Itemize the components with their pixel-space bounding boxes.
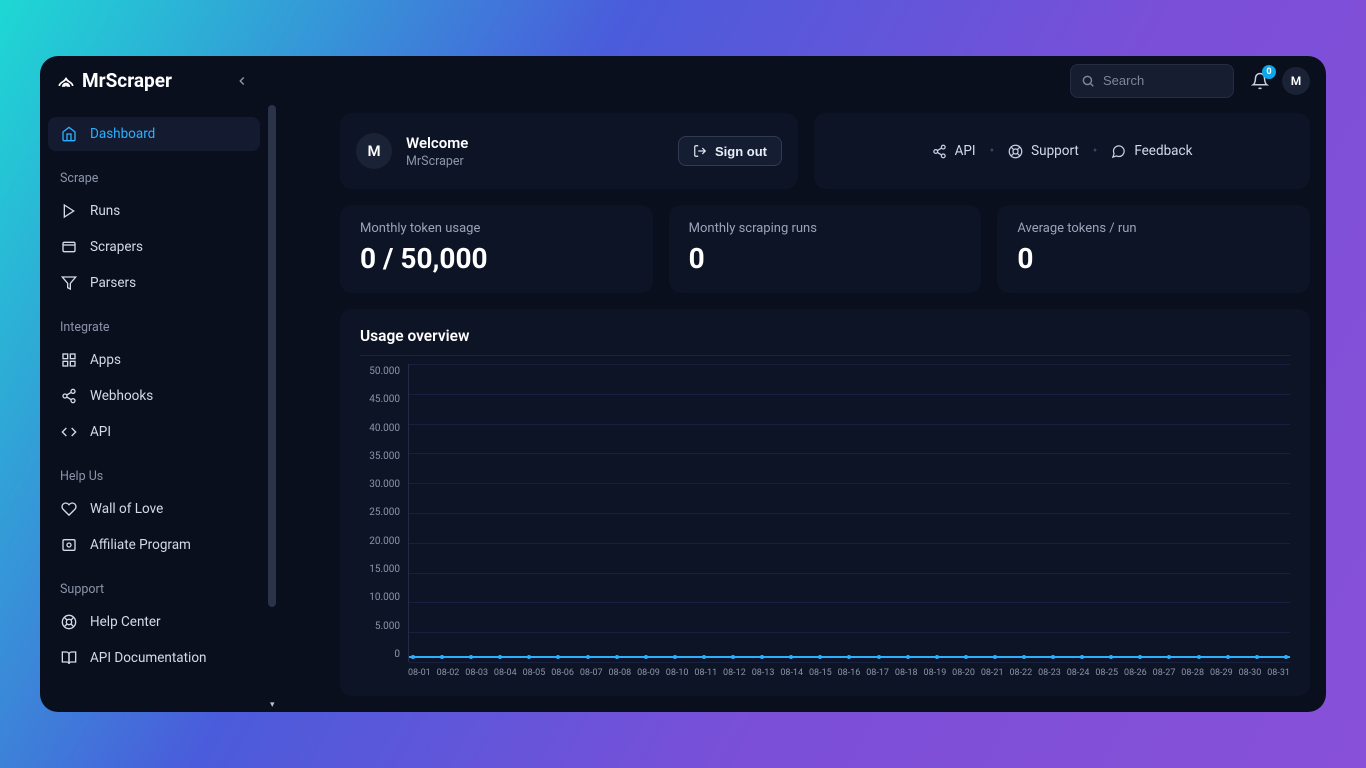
- logo[interactable]: MrScraper: [56, 69, 172, 92]
- sidebar-item-label: Parsers: [90, 275, 136, 291]
- stat-value: 0 / 50,000: [360, 242, 633, 275]
- stat-label: Monthly token usage: [360, 221, 633, 236]
- lifebuoy-icon: [60, 613, 78, 631]
- sidebar-item-scrapers[interactable]: Scrapers: [48, 230, 260, 264]
- sidebar-item-label: Webhooks: [90, 388, 153, 404]
- section-integrate: Integrate: [48, 302, 260, 343]
- sidebar-item-label: Scrapers: [90, 239, 143, 255]
- topbar: MrScraper 0 M: [40, 56, 1326, 105]
- sidebar-item-webhooks[interactable]: Webhooks: [48, 379, 260, 413]
- logo-icon: [56, 71, 76, 91]
- sidebar-item-runs[interactable]: Runs: [48, 194, 260, 228]
- stat-token-usage: Monthly token usage 0 / 50,000: [340, 205, 653, 293]
- sidebar-item-label: Affiliate Program: [90, 537, 191, 553]
- play-icon: [60, 202, 78, 220]
- welcome-subtitle: MrScraper: [406, 154, 664, 169]
- main-content: M Welcome MrScraper Sign out API: [280, 105, 1326, 712]
- user-avatar[interactable]: M: [1282, 67, 1310, 95]
- link-feedback[interactable]: Feedback: [1111, 143, 1192, 159]
- badge-icon: [60, 536, 78, 554]
- filter-icon: [60, 274, 78, 292]
- welcome-title: Welcome: [406, 134, 664, 152]
- grid-icon: [60, 351, 78, 369]
- stat-label: Monthly scraping runs: [689, 221, 962, 236]
- link-label: API: [955, 143, 976, 159]
- logo-text: MrScraper: [82, 69, 172, 92]
- sidebar-item-label: API: [90, 424, 111, 440]
- message-icon: [1111, 144, 1126, 159]
- stat-scraping-runs: Monthly scraping runs 0: [669, 205, 982, 293]
- sidebar-item-apps[interactable]: Apps: [48, 343, 260, 377]
- code-icon: [60, 423, 78, 441]
- usage-chart-card: Usage overview 50.00045.00040.00035.0003…: [340, 309, 1310, 696]
- home-icon: [60, 125, 78, 143]
- sidebar: Dashboard Scrape Runs Scrapers Parsers I…: [40, 105, 280, 712]
- sidebar-item-api[interactable]: API: [48, 415, 260, 449]
- search-field[interactable]: [1103, 73, 1223, 88]
- sidebar-item-label: API Documentation: [90, 650, 206, 666]
- sidebar-item-help-center[interactable]: Help Center: [48, 605, 260, 639]
- signout-label: Sign out: [715, 144, 767, 159]
- section-helpus: Help Us: [48, 451, 260, 492]
- share-icon: [932, 144, 947, 159]
- sidebar-collapse-button[interactable]: [230, 69, 254, 93]
- sidebar-item-label: Help Center: [90, 614, 161, 630]
- scrollbar-thumb[interactable]: [268, 105, 276, 607]
- scroll-down-icon[interactable]: ▾: [270, 700, 275, 710]
- chart-y-axis: 50.00045.00040.00035.00030.00025.00020.0…: [360, 364, 408, 682]
- chart-x-axis: 08-0108-0208-0308-0408-0508-0608-0708-08…: [408, 662, 1290, 682]
- lifebuoy-icon: [1008, 144, 1023, 159]
- sidebar-item-label: Runs: [90, 203, 120, 219]
- separator-dot: •: [990, 143, 995, 159]
- link-label: Feedback: [1134, 143, 1192, 159]
- divider: [360, 355, 1290, 356]
- quicklinks-card: API • Support • Feedback: [814, 113, 1310, 189]
- sidebar-item-affiliate[interactable]: Affiliate Program: [48, 528, 260, 562]
- search-input[interactable]: [1070, 64, 1234, 98]
- notification-badge: 0: [1262, 65, 1276, 79]
- sidebar-item-wall-of-love[interactable]: Wall of Love: [48, 492, 260, 526]
- sidebar-item-dashboard[interactable]: Dashboard: [48, 117, 260, 151]
- sidebar-item-api-docs[interactable]: API Documentation: [48, 641, 260, 675]
- stat-avg-tokens: Average tokens / run 0: [997, 205, 1310, 293]
- section-scrape: Scrape: [48, 153, 260, 194]
- link-label: Support: [1031, 143, 1079, 159]
- search-icon: [1081, 74, 1095, 88]
- book-icon: [60, 649, 78, 667]
- notifications-button[interactable]: 0: [1250, 71, 1270, 91]
- sidebar-item-label: Dashboard: [90, 126, 155, 142]
- welcome-card: M Welcome MrScraper Sign out: [340, 113, 798, 189]
- sign-out-button[interactable]: Sign out: [678, 136, 782, 166]
- welcome-avatar: M: [356, 133, 392, 169]
- stat-value: 0: [689, 242, 962, 275]
- chart-plot-area: [408, 364, 1290, 662]
- stat-value: 0: [1017, 242, 1290, 275]
- signout-icon: [693, 144, 707, 158]
- share-icon: [60, 387, 78, 405]
- separator-dot: •: [1093, 143, 1098, 159]
- link-api[interactable]: API: [932, 143, 976, 159]
- sidebar-item-label: Apps: [90, 352, 121, 368]
- heart-icon: [60, 500, 78, 518]
- sidebar-item-parsers[interactable]: Parsers: [48, 266, 260, 300]
- chart-data-points: [409, 655, 1290, 659]
- stat-label: Average tokens / run: [1017, 221, 1290, 236]
- section-support: Support: [48, 564, 260, 605]
- app-window: MrScraper 0 M Dashboard Scrape: [40, 56, 1326, 712]
- chart-title: Usage overview: [360, 327, 1290, 345]
- sidebar-item-label: Wall of Love: [90, 501, 163, 517]
- window-icon: [60, 238, 78, 256]
- sidebar-scrollbar[interactable]: ▾: [268, 105, 280, 712]
- link-support[interactable]: Support: [1008, 143, 1079, 159]
